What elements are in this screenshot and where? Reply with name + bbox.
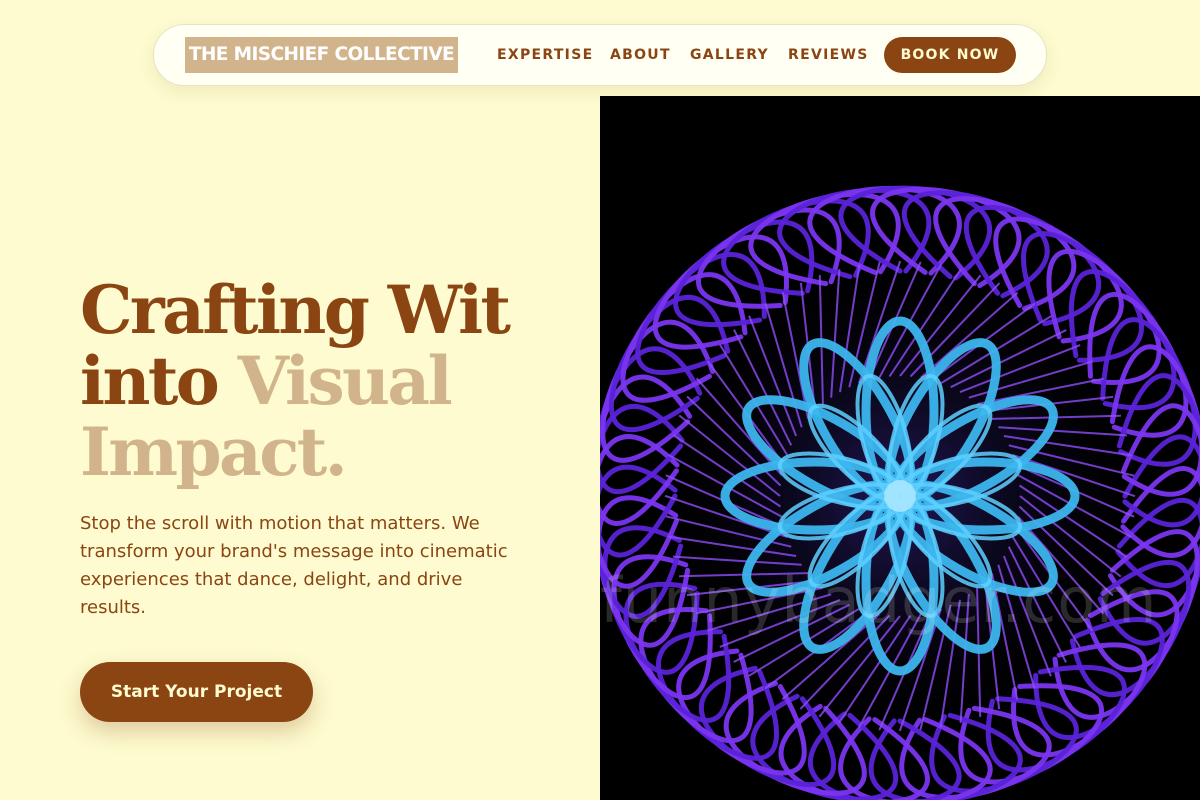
headline-line-3: Impact. (80, 413, 348, 491)
top-navigation: THE MISCHIEF COLLECTIVE EXPERTISE ABOUT … (153, 24, 1047, 86)
nav-link-expertise[interactable]: EXPERTISE (497, 37, 593, 73)
brand-logo[interactable]: THE MISCHIEF COLLECTIVE (185, 37, 458, 73)
hero-headline: Crafting Wit into Visual Impact. (80, 275, 580, 488)
nav-link-gallery[interactable]: GALLERY (690, 37, 769, 73)
nav-link-about[interactable]: ABOUT (610, 37, 671, 73)
book-now-button[interactable]: BOOK NOW (884, 37, 1016, 73)
start-project-button[interactable]: Start Your Project (80, 662, 313, 722)
headline-line-2-part-b: Visual (237, 342, 453, 420)
hero-description: Stop the scroll with motion that matters… (80, 513, 508, 618)
nav-link-reviews[interactable]: REVIEWS (788, 37, 869, 73)
headline-line-1: Crafting Wit (80, 271, 511, 349)
headline-line-2-part-a: into (80, 342, 220, 420)
hero-artwork: funnybadger.com (600, 96, 1200, 800)
spirograph-image (600, 185, 1200, 800)
watermark-text: funnybadger.com (600, 564, 1158, 637)
